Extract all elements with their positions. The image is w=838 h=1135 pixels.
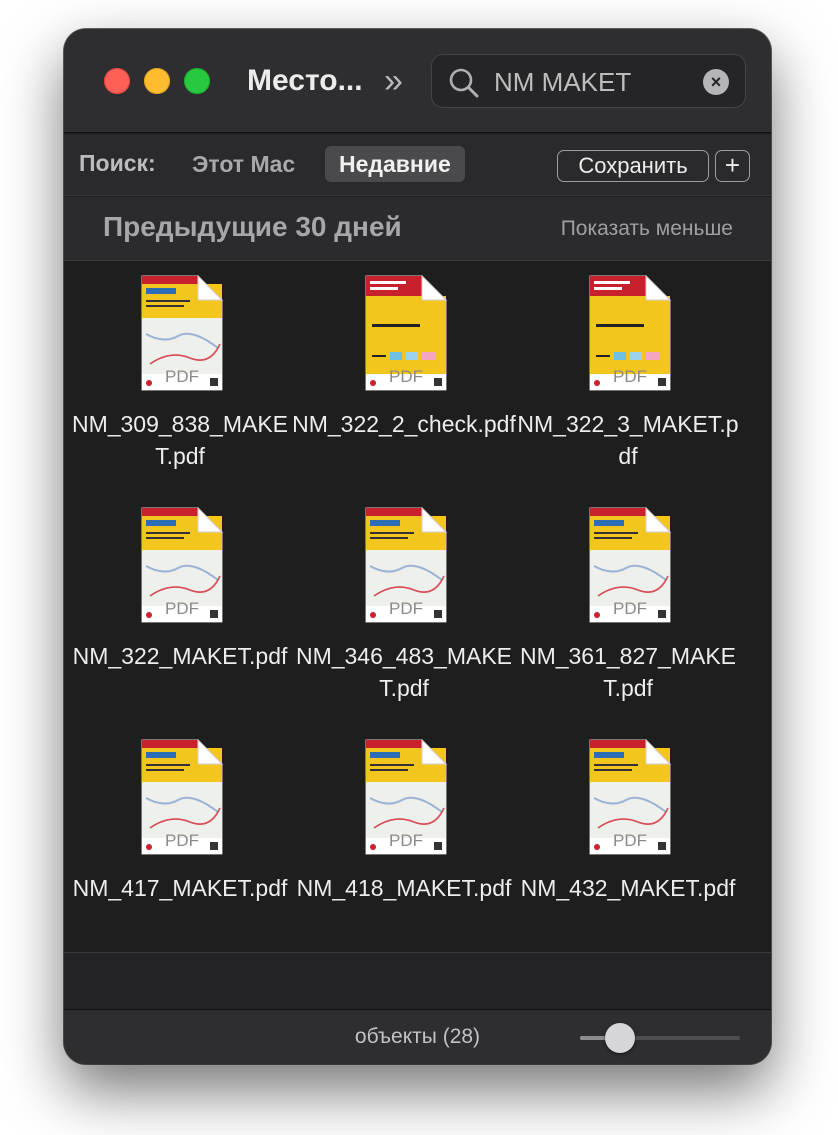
pdf-badge-text: PDF xyxy=(389,831,423,850)
file-item[interactable]: PDF NM_322_2_check.pdf xyxy=(292,262,516,492)
file-item[interactable]: PDF NM_432_MAKET.pdf xyxy=(516,726,740,956)
pdf-badge-text: PDF xyxy=(389,599,423,618)
file-grid: PDF NM_309_838_MAKET.pdf PDF NM_322_2_check… xyxy=(68,262,768,952)
file-name: NM_418_MAKET.pdf xyxy=(296,875,512,901)
pdf-badge-text: PDF xyxy=(165,367,199,386)
save-search-button[interactable]: Сохранить xyxy=(557,150,709,182)
file-item[interactable]: PDF NM_418_MAKET.pdf xyxy=(292,726,516,956)
scope-label: Поиск: xyxy=(79,150,156,176)
scope-this-mac-button[interactable]: Этот Mac xyxy=(178,146,309,182)
pdf-file-icon[interactable]: PDF xyxy=(140,506,224,624)
minimize-window-button[interactable] xyxy=(144,68,170,94)
pdf-file-icon[interactable]: PDF xyxy=(364,506,448,624)
pdf-file-icon[interactable]: PDF xyxy=(588,738,672,856)
pdf-file-icon[interactable]: PDF xyxy=(364,274,448,392)
pdf-badge-text: PDF xyxy=(165,831,199,850)
pdf-file-icon[interactable]: PDF xyxy=(140,738,224,856)
search-icon xyxy=(449,68,479,98)
file-name: NM_346_483_MAKET.pdf xyxy=(295,643,513,701)
file-name: NM_322_3_MAKET.pdf xyxy=(517,411,739,469)
pdf-file-icon[interactable]: PDF xyxy=(588,506,672,624)
file-name: NM_322_MAKET.pdf xyxy=(72,643,288,669)
file-item[interactable]: PDF NM_417_MAKET.pdf xyxy=(68,726,292,956)
file-item[interactable]: PDF NM_322_3_MAKET.pdf xyxy=(516,262,740,492)
file-item[interactable]: PDF NM_361_827_MAKET.pdf xyxy=(516,494,740,724)
file-item[interactable]: PDF NM_322_MAKET.pdf xyxy=(68,494,292,724)
scope-recent-button[interactable]: Недавние xyxy=(325,146,465,182)
pdf-file-icon[interactable]: PDF xyxy=(588,274,672,392)
clear-search-icon[interactable]: × xyxy=(703,69,729,95)
grid-empty-area xyxy=(64,952,771,1009)
window-title: Место... xyxy=(247,64,363,97)
file-item[interactable]: PDF NM_309_838_MAKET.pdf xyxy=(68,262,292,492)
pdf-badge-text: PDF xyxy=(389,367,423,386)
section-title: Предыдущие 30 дней xyxy=(103,211,402,242)
show-less-link[interactable]: Показать меньше xyxy=(561,217,733,241)
file-name: NM_417_MAKET.pdf xyxy=(72,875,288,901)
search-input[interactable] xyxy=(492,63,692,101)
file-name: NM_322_2_check.pdf xyxy=(292,411,516,437)
close-window-button[interactable] xyxy=(104,68,130,94)
slider-knob[interactable] xyxy=(605,1023,635,1053)
file-name: NM_432_MAKET.pdf xyxy=(520,875,736,901)
title-bar: Место... » × xyxy=(64,29,771,133)
pdf-file-icon[interactable]: PDF xyxy=(364,738,448,856)
zoom-window-button[interactable] xyxy=(184,68,210,94)
add-criteria-button[interactable]: + xyxy=(715,150,750,182)
pdf-badge-text: PDF xyxy=(613,367,647,386)
search-field[interactable]: × xyxy=(431,54,746,108)
pdf-badge-text: PDF xyxy=(613,599,647,618)
status-bar: объекты (28) xyxy=(64,1009,771,1064)
toolbar-overflow-chevron-icon[interactable]: » xyxy=(384,59,403,103)
file-name: NM_361_827_MAKET.pdf xyxy=(519,643,737,701)
finder-search-window: Место... » × Поиск: Этот Mac Недавние Со… xyxy=(64,29,771,1064)
section-header: Предыдущие 30 дней Показать меньше xyxy=(64,197,771,261)
pdf-badge-text: PDF xyxy=(613,831,647,850)
icon-size-slider[interactable] xyxy=(580,1023,740,1053)
pdf-badge-text: PDF xyxy=(165,599,199,618)
file-item[interactable]: PDF NM_346_483_MAKET.pdf xyxy=(292,494,516,724)
search-scope-bar: Поиск: Этот Mac Недавние Сохранить + xyxy=(64,134,771,196)
pdf-file-icon[interactable]: PDF xyxy=(140,274,224,392)
file-name: NM_309_838_MAKET.pdf xyxy=(71,411,289,469)
